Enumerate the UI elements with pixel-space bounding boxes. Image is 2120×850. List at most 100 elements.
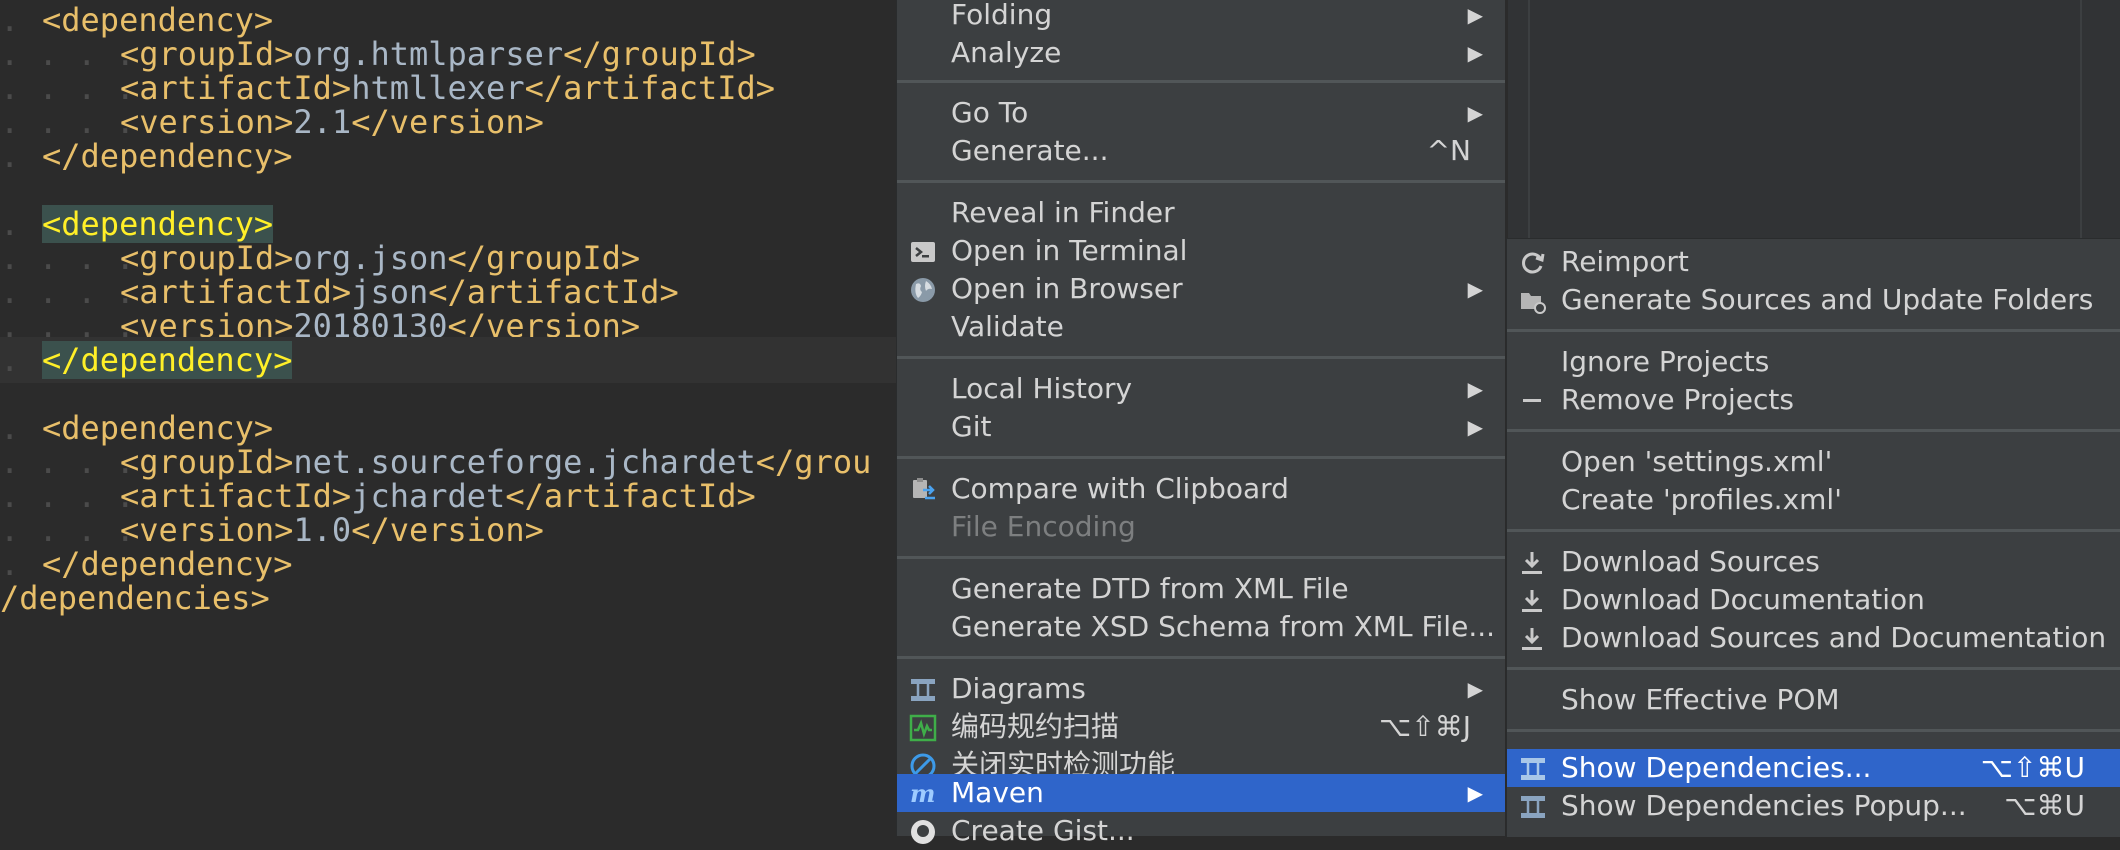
menu-separator (897, 456, 1505, 459)
panel-divider (2080, 0, 2082, 240)
download-icon (1522, 552, 1542, 574)
menu-separator (897, 356, 1505, 359)
menu-shortcut: ⌥⇧⌘U (1980, 751, 2085, 784)
minus-icon (1523, 399, 1541, 402)
menu-item-file-encoding[interactable]: File Encoding (897, 508, 1505, 546)
menu-item-go-to[interactable]: Go To ▶ (897, 94, 1505, 132)
submenu-item-open-settings[interactable]: Open 'settings.xml' (1507, 443, 2120, 481)
code-line-current: . </dependency> (0, 337, 900, 383)
submenu-arrow-icon: ▶ (1467, 101, 1483, 125)
submenu-arrow-icon: ▶ (1467, 377, 1483, 401)
menu-item-label: Go To (951, 96, 1029, 129)
menu-item-label: Ignore Projects (1561, 345, 1770, 378)
menu-item-open-in-browser[interactable]: Open in Browser ▶ (897, 270, 1505, 308)
menu-shortcut: ^N (1426, 134, 1471, 167)
menu-item-label: Local History (951, 372, 1133, 405)
menu-item-label: Open in Browser (951, 272, 1183, 305)
submenu-item-create-profiles[interactable]: Create 'profiles.xml' (1507, 481, 2120, 519)
menu-item-label: Remove Projects (1561, 383, 1794, 416)
menu-item-maven[interactable]: m Maven ▶ (897, 774, 1505, 812)
menu-item-label: File Encoding (951, 510, 1136, 543)
menu-item-folding[interactable]: Folding ▶ (897, 0, 1505, 34)
menu-item-label: Diagrams (951, 672, 1086, 705)
code-line: . </dependency> (0, 133, 900, 179)
menu-item-label: Reimport (1561, 245, 1689, 278)
menu-item-label: Maven (951, 776, 1044, 809)
menu-separator (1507, 529, 2120, 532)
menu-item-git[interactable]: Git ▶ (897, 408, 1505, 446)
menu-item-label: Open in Terminal (951, 234, 1188, 267)
menu-shortcut: ⌥⌘U (2004, 789, 2085, 822)
menu-item-label: Analyze (951, 36, 1062, 69)
menu-separator (1507, 429, 2120, 432)
maven-icon: m (910, 780, 935, 808)
indent-guide: . (0, 137, 39, 175)
menu-item-label: Open 'settings.xml' (1561, 445, 1833, 478)
menu-separator (1507, 667, 2120, 670)
download-icon (1522, 628, 1542, 650)
menu-separator (897, 180, 1505, 183)
menu-item-label: Git (951, 410, 992, 443)
context-menu: Folding ▶ Analyze ▶ Go To ▶ Generate... … (896, 0, 1505, 847)
submenu-item-generate-sources[interactable]: Generate Sources and Update Folders (1507, 281, 2120, 319)
xml-tag: /dependencies> (0, 579, 270, 617)
menu-item-label: Compare with Clipboard (951, 472, 1289, 505)
submenu-arrow-icon: ▶ (1467, 415, 1483, 439)
menu-item-label: Download Documentation (1561, 583, 1925, 616)
menu-separator (1507, 329, 2120, 332)
menu-item-generate[interactable]: Generate... ^N (897, 132, 1505, 170)
submenu-item-show-effective-pom[interactable]: Show Effective POM (1507, 681, 2120, 719)
submenu-item-show-dependencies-popup[interactable]: Show Dependencies Popup... ⌥⌘U (1507, 787, 2120, 825)
menu-item-create-gist[interactable]: Create Gist... (897, 812, 1505, 850)
code-line: /dependencies> (0, 575, 900, 621)
submenu-arrow-icon: ▶ (1467, 677, 1483, 701)
menu-item-label: Validate (951, 310, 1064, 343)
maven-submenu: Reimport Generate Sources and Update Fol… (1506, 238, 2120, 837)
submenu-arrow-icon: ▶ (1467, 781, 1483, 805)
submenu-arrow-icon: ▶ (1467, 3, 1483, 27)
menu-item-label: Folding (951, 0, 1053, 31)
menu-item-label: Generate DTD from XML File (951, 572, 1349, 605)
scan-icon (909, 714, 937, 742)
dependencies-icon (1521, 796, 1545, 818)
github-icon (911, 820, 935, 844)
menu-separator (897, 80, 1505, 83)
menu-item-analyze[interactable]: Analyze ▶ (897, 34, 1505, 72)
menu-item-compare-with-clipboard[interactable]: Compare with Clipboard (897, 470, 1505, 508)
menu-item-label: Download Sources (1561, 545, 1820, 578)
menu-item-label: Download Sources and Documentation (1561, 621, 2107, 654)
menu-item-label: Generate XSD Schema from XML File... (951, 610, 1496, 643)
menu-item-label: Create Gist... (951, 814, 1135, 847)
submenu-item-show-dependencies[interactable]: Show Dependencies... ⌥⇧⌘U (1507, 749, 2120, 787)
menu-item-label: Generate... (951, 134, 1109, 167)
menu-item-code-scan[interactable]: 编码规约扫描 ⌥⇧⌘J (897, 708, 1505, 746)
menu-separator (897, 656, 1505, 659)
menu-item-generate-dtd[interactable]: Generate DTD from XML File (897, 570, 1505, 608)
menu-item-diagrams[interactable]: Diagrams ▶ (897, 670, 1505, 708)
menu-item-local-history[interactable]: Local History ▶ (897, 370, 1505, 408)
xml-tag: </dependency> (42, 137, 293, 175)
menu-item-label: Reveal in Finder (951, 196, 1175, 229)
submenu-item-download-sources-and-docs[interactable]: Download Sources and Documentation (1507, 619, 2120, 657)
menu-item-open-in-terminal[interactable]: Open in Terminal (897, 232, 1505, 270)
indent-guide: . (0, 341, 39, 379)
generate-folders-icon (1521, 293, 1546, 314)
menu-separator (1507, 729, 2120, 732)
menu-item-generate-xsd[interactable]: Generate XSD Schema from XML File... (897, 608, 1505, 646)
menu-item-label: Show Effective POM (1561, 683, 1840, 716)
code-editor[interactable]: . <dependency> . . . . <groupId>org.html… (0, 0, 900, 836)
right-tool-panel (1508, 0, 2120, 240)
menu-item-reveal-in-finder[interactable]: Reveal in Finder (897, 194, 1505, 232)
globe-icon (911, 278, 935, 302)
terminal-icon (911, 242, 935, 262)
submenu-item-download-sources[interactable]: Download Sources (1507, 543, 2120, 581)
menu-item-label: Show Dependencies Popup... (1561, 789, 1967, 822)
reimport-icon (1522, 252, 1545, 274)
menu-item-validate[interactable]: Validate (897, 308, 1505, 346)
submenu-item-reimport[interactable]: Reimport (1507, 243, 2120, 281)
submenu-item-ignore-projects[interactable]: Ignore Projects (1507, 343, 2120, 381)
submenu-item-remove-projects[interactable]: Remove Projects (1507, 381, 2120, 419)
compare-clipboard-icon (913, 478, 935, 500)
submenu-item-download-documentation[interactable]: Download Documentation (1507, 581, 2120, 619)
menu-item-label: Create 'profiles.xml' (1561, 483, 1842, 516)
